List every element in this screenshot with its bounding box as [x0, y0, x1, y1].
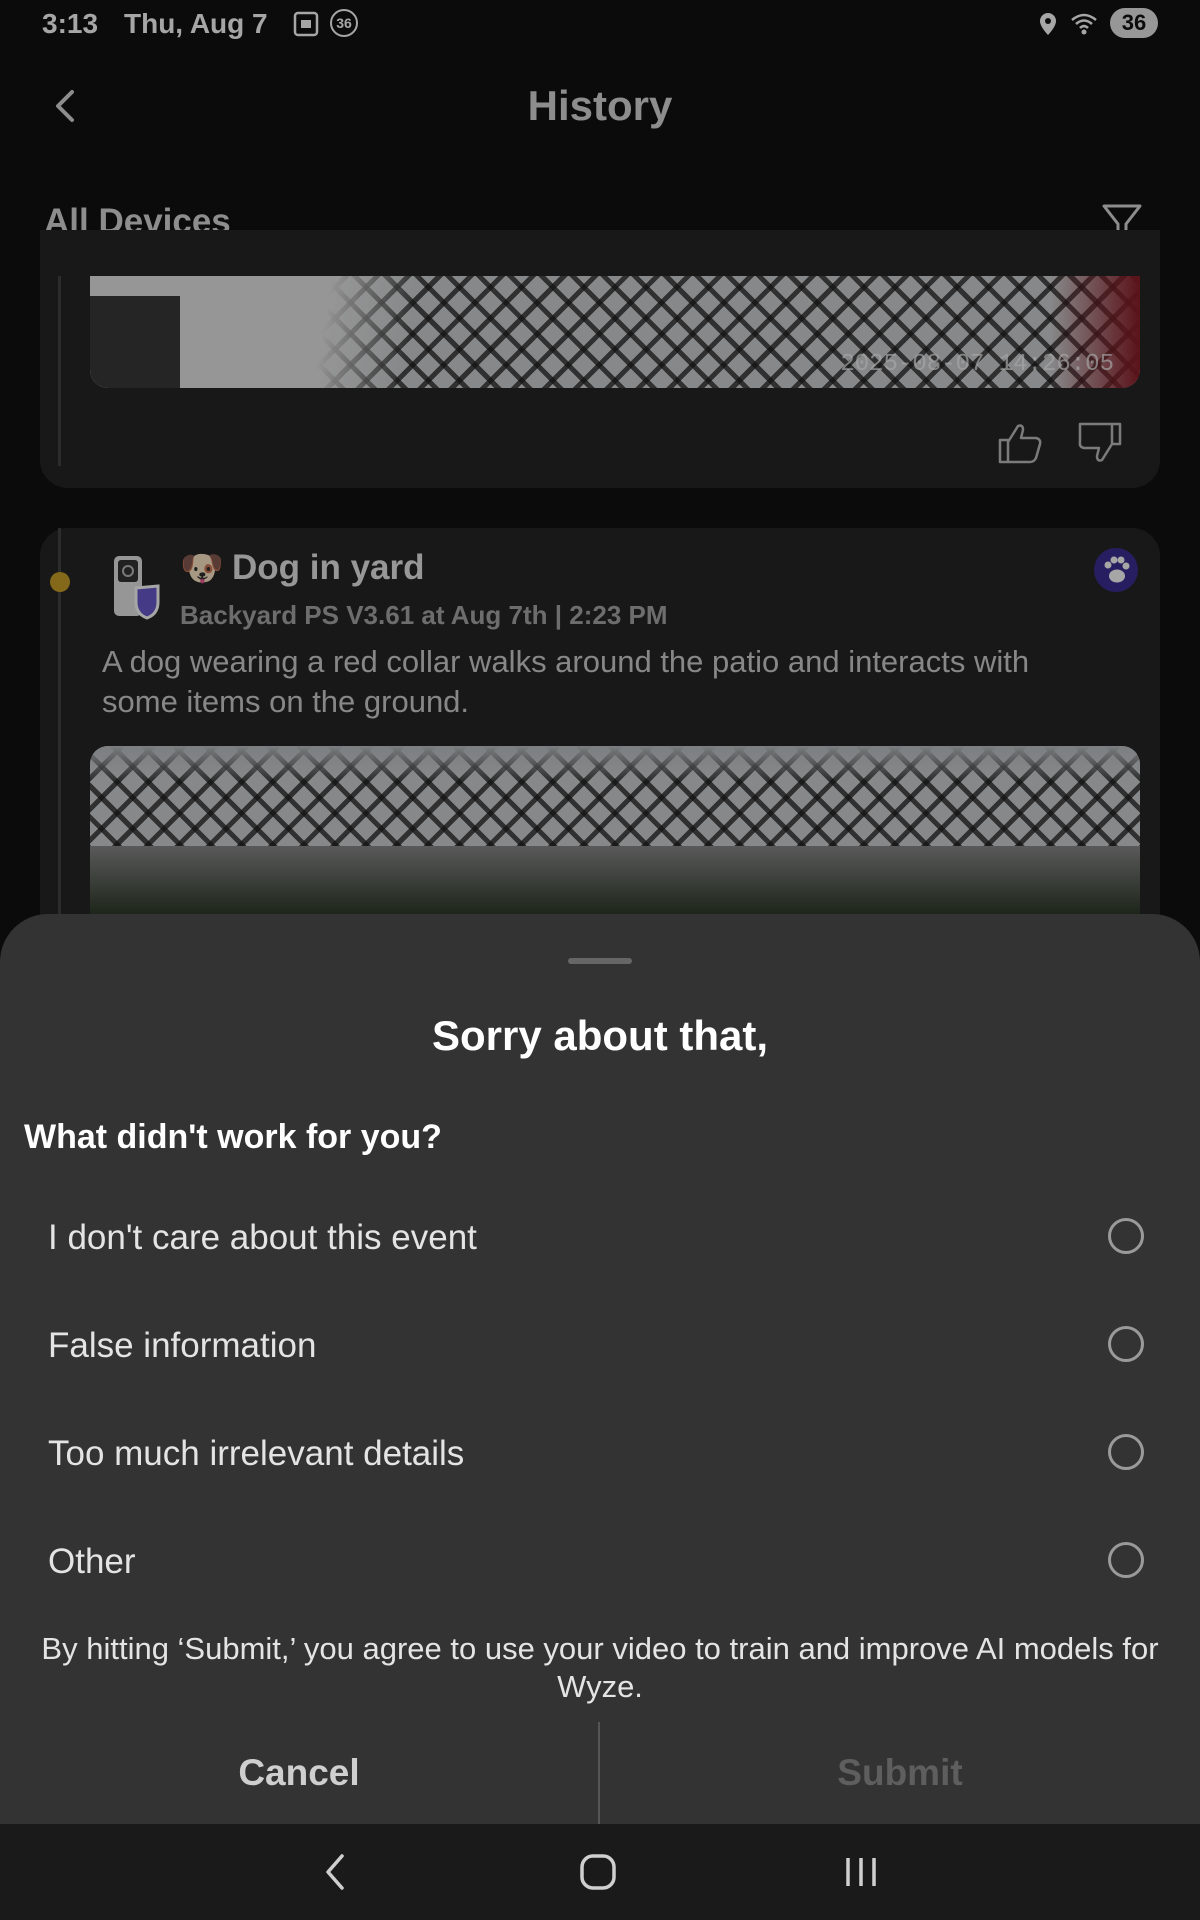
feedback-option[interactable]: Other: [0, 1512, 1200, 1612]
option-label: False information: [48, 1326, 317, 1365]
feedback-option[interactable]: False information: [0, 1296, 1200, 1396]
nav-recents-icon[interactable]: [842, 1852, 880, 1892]
radio-button[interactable]: [1108, 1542, 1144, 1578]
submit-button[interactable]: Submit: [600, 1722, 1200, 1824]
feedback-question: What didn't work for you?: [24, 1118, 442, 1156]
radio-button[interactable]: [1108, 1434, 1144, 1470]
option-label: Too much irrelevant details: [48, 1434, 465, 1473]
nav-home-icon[interactable]: [578, 1852, 618, 1892]
cancel-button[interactable]: Cancel: [0, 1722, 598, 1824]
consent-text: By hitting ‘Submit,’ you agree to use yo…: [41, 1631, 1159, 1704]
feedback-option[interactable]: Too much irrelevant details: [0, 1404, 1200, 1504]
system-nav-bar: [0, 1824, 1200, 1920]
radio-button[interactable]: [1108, 1326, 1144, 1362]
option-label: Other: [48, 1542, 136, 1581]
feedback-option[interactable]: I don't care about this event: [0, 1188, 1200, 1288]
sheet-title: Sorry about that,: [431, 1012, 769, 1059]
option-label: I don't care about this event: [48, 1218, 477, 1257]
sheet-drag-handle[interactable]: [568, 958, 632, 964]
nav-back-icon[interactable]: [320, 1850, 350, 1894]
radio-button[interactable]: [1108, 1218, 1144, 1254]
